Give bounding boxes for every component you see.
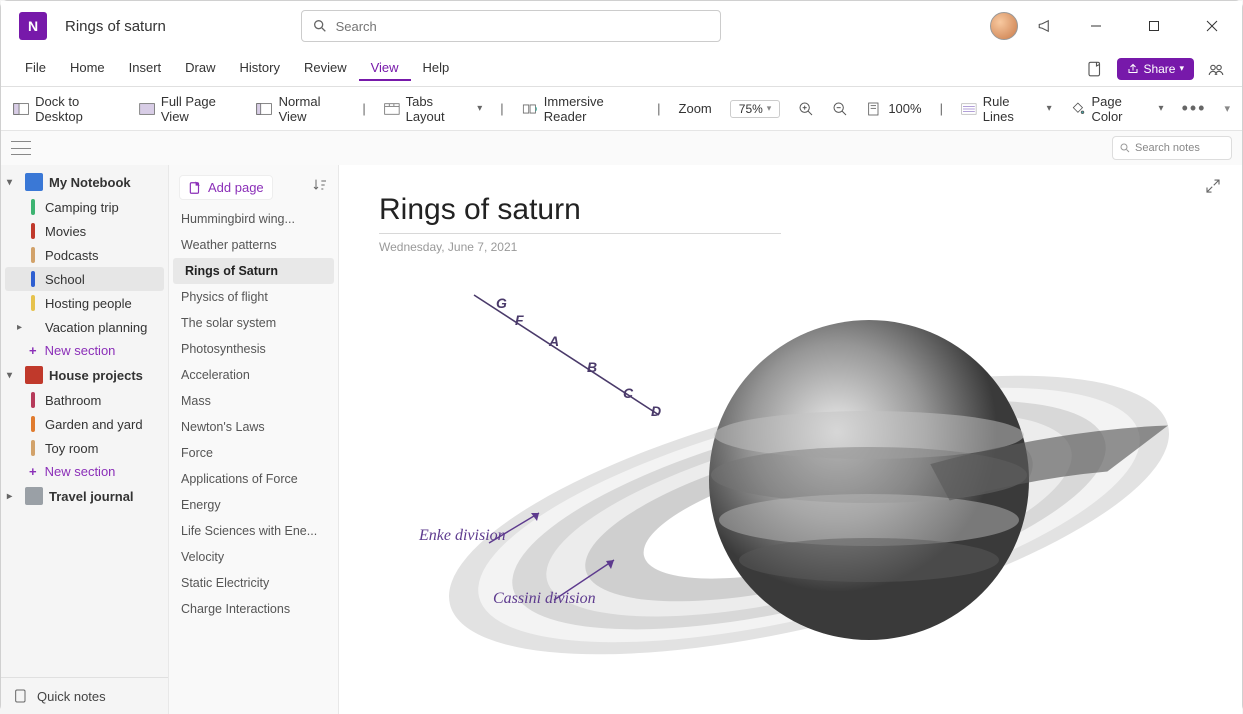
- page-item[interactable]: Force: [169, 440, 338, 466]
- page-item[interactable]: Applications of Force: [169, 466, 338, 492]
- page-item[interactable]: Weather patterns: [169, 232, 338, 258]
- full-page-view-button[interactable]: Full Page View: [139, 94, 239, 124]
- page-item[interactable]: Hummingbird wing...: [169, 206, 338, 232]
- section-item[interactable]: Camping trip: [5, 195, 164, 219]
- page-item[interactable]: Life Sciences with Ene...: [169, 518, 338, 544]
- menu-insert[interactable]: Insert: [117, 56, 174, 81]
- page-item[interactable]: Charge Interactions: [169, 596, 338, 622]
- section-item[interactable]: Garden and yard: [5, 412, 164, 436]
- section-item[interactable]: Movies: [5, 219, 164, 243]
- new-section-button[interactable]: +New section: [1, 339, 168, 362]
- immersive-reader-button[interactable]: Immersive Reader: [522, 94, 640, 124]
- section-item[interactable]: Bathroom: [5, 388, 164, 412]
- section-item[interactable]: Toy room: [5, 436, 164, 460]
- notebook-header[interactable]: ▾My Notebook: [1, 169, 168, 195]
- page-item[interactable]: Photosynthesis: [169, 336, 338, 362]
- page-item[interactable]: Mass: [169, 388, 338, 414]
- ring-label-g: G: [496, 295, 507, 311]
- menu-home[interactable]: Home: [58, 56, 117, 81]
- page-date: Wednesday, June 7, 2021: [379, 240, 1202, 254]
- ring-label-c: C: [623, 385, 633, 401]
- sort-pages-button[interactable]: [312, 177, 328, 198]
- section-item[interactable]: Hosting people: [5, 291, 164, 315]
- dock-to-desktop-button[interactable]: Dock to Desktop: [13, 94, 121, 124]
- title-bar: N Rings of saturn: [1, 1, 1242, 51]
- main-area: ▾My NotebookCamping tripMoviesPodcastsSc…: [1, 165, 1242, 714]
- collapse-ribbon-button[interactable]: ▾: [1224, 102, 1230, 115]
- document-title: Rings of saturn: [65, 18, 166, 35]
- ring-label-b: B: [587, 359, 597, 375]
- page-item[interactable]: Velocity: [169, 544, 338, 570]
- page-item[interactable]: Physics of flight: [169, 284, 338, 310]
- ink-label-enke: Enke division: [419, 527, 506, 545]
- page-list: Add page Hummingbird wing...Weather patt…: [169, 165, 339, 714]
- zoom-percent-dropdown[interactable]: 75%▾: [730, 100, 781, 118]
- more-options-button[interactable]: •••: [1182, 98, 1207, 119]
- search-icon: [312, 18, 328, 34]
- menu-review[interactable]: Review: [292, 56, 359, 81]
- notebook-header[interactable]: ▸Travel journal: [1, 483, 168, 509]
- page-item[interactable]: Acceleration: [169, 362, 338, 388]
- maximize-button[interactable]: [1132, 11, 1176, 41]
- share-button[interactable]: Share ▾: [1117, 58, 1194, 80]
- close-button[interactable]: [1190, 11, 1234, 41]
- zoom-out-button[interactable]: [832, 101, 848, 117]
- megaphone-icon[interactable]: [1032, 12, 1060, 40]
- ring-label-a: A: [549, 333, 559, 349]
- page-item[interactable]: Energy: [169, 492, 338, 518]
- user-avatar[interactable]: [990, 12, 1018, 40]
- page-item[interactable]: Static Electricity: [169, 570, 338, 596]
- page-item[interactable]: The solar system: [169, 310, 338, 336]
- search-notes-box[interactable]: Search notes: [1112, 136, 1232, 160]
- page-color-dropdown[interactable]: Page Color: [1070, 94, 1164, 124]
- note-canvas[interactable]: Rings of saturn Wednesday, June 7, 2021: [339, 165, 1242, 714]
- expand-canvas-icon[interactable]: [1204, 177, 1222, 195]
- notebook-header[interactable]: ▾House projects: [1, 362, 168, 388]
- minimize-button[interactable]: [1074, 11, 1118, 41]
- share-label: Share: [1143, 62, 1175, 76]
- rule-lines-dropdown[interactable]: Rule Lines: [961, 94, 1052, 124]
- page-item[interactable]: Newton's Laws: [169, 414, 338, 440]
- menu-file[interactable]: File: [13, 56, 58, 81]
- ink-label-cassini: Cassini division: [493, 590, 596, 608]
- add-page-button[interactable]: Add page: [179, 175, 273, 200]
- menu-help[interactable]: Help: [411, 56, 462, 81]
- ring-label-d: D: [651, 403, 661, 419]
- zoom-label: Zoom: [679, 101, 712, 116]
- section-item[interactable]: ▸Vacation planning: [5, 315, 164, 339]
- global-search[interactable]: [301, 10, 721, 42]
- zoom-100-button[interactable]: 100%: [866, 101, 921, 117]
- collab-icon[interactable]: [1202, 55, 1230, 83]
- menu-history[interactable]: History: [228, 56, 292, 81]
- tabs-layout-dropdown[interactable]: Tabs Layout: [384, 94, 482, 124]
- section-item[interactable]: Podcasts: [5, 243, 164, 267]
- quick-notes-button[interactable]: Quick notes: [1, 677, 168, 714]
- app-icon: N: [19, 12, 47, 40]
- search-input[interactable]: [336, 19, 710, 34]
- menu-view[interactable]: View: [359, 56, 411, 81]
- menu-draw[interactable]: Draw: [173, 56, 227, 81]
- saturn-illustration: G F A B C D Enke division Cassini divisi…: [399, 265, 1219, 695]
- view-ribbon: Dock to Desktop Full Page View Normal Vi…: [1, 87, 1242, 131]
- page-title[interactable]: Rings of saturn: [379, 193, 781, 234]
- sub-toolbar: Search notes: [1, 131, 1242, 165]
- menu-bar: FileHomeInsertDrawHistoryReviewViewHelp …: [1, 51, 1242, 87]
- notes-mode-icon[interactable]: [1081, 55, 1109, 83]
- normal-view-button[interactable]: Normal View: [256, 94, 344, 124]
- zoom-in-button[interactable]: [798, 101, 814, 117]
- notebook-tree: ▾My NotebookCamping tripMoviesPodcastsSc…: [1, 165, 169, 714]
- nav-toggle-icon[interactable]: [11, 141, 31, 155]
- page-item[interactable]: Rings of Saturn: [173, 258, 334, 284]
- new-section-button[interactable]: +New section: [1, 460, 168, 483]
- ring-label-f: F: [515, 312, 524, 328]
- section-item[interactable]: School: [5, 267, 164, 291]
